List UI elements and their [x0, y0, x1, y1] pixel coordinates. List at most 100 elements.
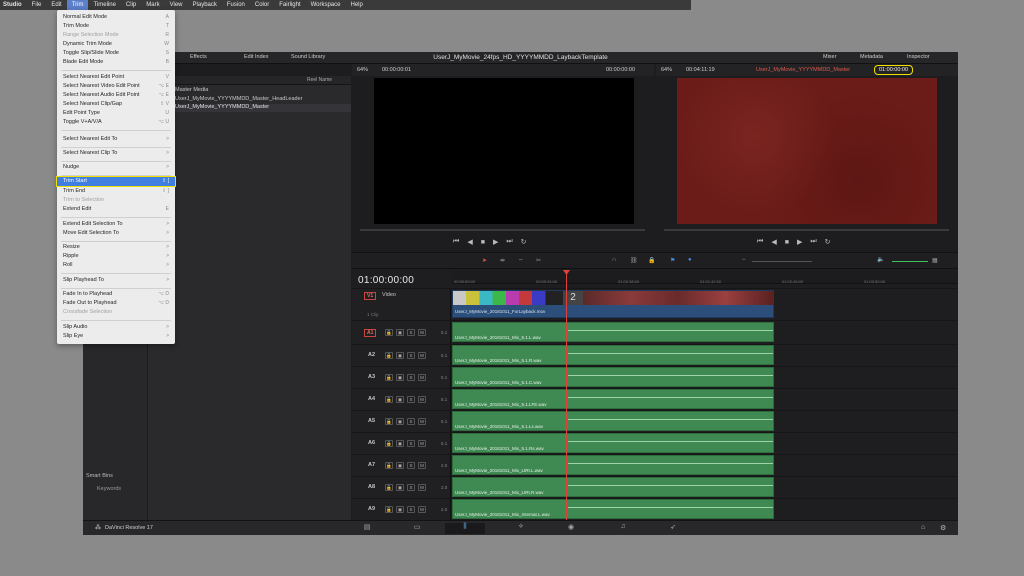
solo-button[interactable]: S: [407, 396, 415, 403]
skip-back-icon[interactable]: ⏮: [757, 238, 763, 246]
audio-clip[interactable]: UserJ_MyMovie_20181011_Mix_5.1.C.wav: [452, 367, 774, 387]
loop-icon[interactable]: ↻: [521, 238, 527, 246]
media-page-icon[interactable]: ▤: [347, 523, 387, 534]
gear-icon[interactable]: ⚙: [940, 524, 946, 532]
menu-file[interactable]: File: [27, 0, 47, 10]
menu-item-toggle-slip-slide-mode[interactable]: Toggle Slip/Slide Mode S: [57, 49, 175, 58]
mute-button[interactable]: M: [418, 374, 426, 381]
menu-item-ripple[interactable]: Ripple >: [57, 252, 175, 261]
lock-icon[interactable]: 🔒: [385, 440, 393, 447]
source-scrub-bar[interactable]: [360, 229, 645, 231]
menu-item-fade-in-to-playhead[interactable]: Fade In to Playhead ⌥ D: [57, 290, 175, 299]
record-zoom[interactable]: 64%: [661, 67, 672, 73]
auto-select-icon[interactable]: ▣: [396, 352, 404, 359]
audio-clip[interactable]: UserJ_MyMovie_20181011_Mix_5.1.Rs.wav: [452, 433, 774, 453]
audio-clip[interactable]: UserJ_MyMovie_20181011_Mix_5.1.R.wav: [452, 345, 774, 365]
trim-tool-icon[interactable]: ⇹: [500, 257, 505, 264]
source-viewer[interactable]: [374, 78, 634, 224]
link-icon[interactable]: ⛓: [630, 257, 638, 264]
track-id-a9[interactable]: A9: [368, 506, 375, 512]
media-pool-item[interactable]: UserJ_MyMovie_YYYYMMDD_Master_HeadLeader: [175, 96, 302, 102]
mute-button[interactable]: M: [418, 506, 426, 513]
menu-edit[interactable]: Edit: [46, 0, 66, 10]
play-reverse-icon[interactable]: ◀: [467, 238, 472, 246]
auto-select-icon[interactable]: ▣: [396, 484, 404, 491]
lock-icon[interactable]: 🔒: [385, 418, 393, 425]
menu-help[interactable]: Help: [345, 0, 367, 10]
lock-icon[interactable]: 🔒: [385, 506, 393, 513]
video-clip[interactable]: 2 UserJ_MyMovie_20181011_ForLayback.mov: [452, 290, 774, 318]
mute-button[interactable]: M: [418, 418, 426, 425]
solo-button[interactable]: S: [407, 352, 415, 359]
track-id-a7[interactable]: A7: [368, 462, 375, 468]
track-id-a6[interactable]: A6: [368, 440, 375, 446]
audio-clip[interactable]: UserJ_MyMovie_20181011_Mix_5.1.LFE.wav: [452, 389, 774, 409]
zoom-slider[interactable]: [752, 261, 812, 262]
solo-button[interactable]: S: [407, 506, 415, 513]
track-id-v1[interactable]: V1: [364, 292, 377, 300]
dynamic-trim-icon[interactable]: ⇔: [518, 257, 524, 263]
position-lock-icon[interactable]: 🔒: [648, 257, 655, 264]
menu-item-select-nearest-video-edit-point[interactable]: Select Nearest Video Edit Point ⌥ E: [57, 82, 175, 91]
color-page-icon[interactable]: ◉: [551, 523, 591, 534]
record-timecode[interactable]: 01:00:00:00: [874, 65, 914, 75]
menu-trim[interactable]: Trim: [66, 0, 89, 10]
volume-slider[interactable]: [892, 261, 928, 262]
audio-clip[interactable]: UserJ_MyMovie_20181011_Mix_Internat.L.wa…: [452, 499, 774, 519]
mute-button[interactable]: M: [418, 352, 426, 359]
lock-icon[interactable]: 🔒: [385, 484, 393, 491]
play-icon[interactable]: ▶: [797, 238, 802, 246]
fusion-page-icon[interactable]: ⟡: [501, 523, 541, 534]
auto-select-icon[interactable]: ▣: [396, 329, 404, 336]
menu-item-slip-audio[interactable]: Slip Audio >: [57, 323, 175, 332]
menu-item-nudge[interactable]: Nudge >: [57, 163, 175, 172]
fairlight-page-icon[interactable]: ♫: [603, 523, 643, 534]
menu-item-select-nearest-clip-to[interactable]: Select Nearest Clip To >: [57, 149, 175, 158]
deliver-page-icon[interactable]: ➶: [653, 523, 693, 534]
menu-playback[interactable]: Playback: [188, 0, 222, 10]
track-id-a1[interactable]: A1: [364, 329, 377, 337]
mixer-button[interactable]: Mixer: [823, 54, 836, 60]
lock-icon[interactable]: 🔒: [385, 352, 393, 359]
menu-item-select-nearest-edit-point[interactable]: Select Nearest Edit Point V: [57, 73, 175, 82]
track-id-a2[interactable]: A2: [368, 352, 375, 358]
menu-item-slip-playhead-to[interactable]: Slip Playhead To >: [57, 276, 175, 285]
audio-clip[interactable]: UserJ_MyMovie_20181011_Mix_LtRt.R.wav: [452, 477, 774, 497]
timeline-name[interactable]: UserJ_MyMovie_YYYYMMDD_Master: [756, 67, 850, 73]
menu-fusion[interactable]: Fusion: [222, 0, 250, 10]
menu-color[interactable]: Color: [250, 0, 274, 10]
mute-button[interactable]: M: [418, 440, 426, 447]
menu-fairlight[interactable]: Fairlight: [274, 0, 305, 10]
solo-button[interactable]: S: [407, 462, 415, 469]
reel-name-column[interactable]: Reel Name: [307, 77, 332, 83]
menu-item-extend-edit[interactable]: Extend Edit E: [57, 205, 175, 214]
menu-view[interactable]: View: [165, 0, 188, 10]
metadata-button[interactable]: Metadata: [860, 54, 883, 60]
lock-icon[interactable]: 🔒: [385, 462, 393, 469]
menu-item-trim-mode[interactable]: Trim Mode T: [57, 22, 175, 31]
auto-select-icon[interactable]: ▣: [396, 396, 404, 403]
selection-tool-icon[interactable]: ➤: [482, 257, 487, 264]
skip-forward-icon[interactable]: ⏭: [810, 238, 816, 246]
menu-item-dynamic-trim-mode[interactable]: Dynamic Trim Mode W: [57, 40, 175, 49]
speaker-icon[interactable]: 🔈: [877, 256, 884, 263]
record-viewer[interactable]: [677, 78, 937, 224]
mute-button[interactable]: M: [418, 484, 426, 491]
source-zoom[interactable]: 64%: [357, 67, 368, 73]
keywords-bin[interactable]: Keywords: [97, 486, 121, 492]
cut-page-icon[interactable]: ▭: [397, 523, 437, 534]
mute-button[interactable]: M: [418, 462, 426, 469]
record-scrub-bar[interactable]: [664, 229, 949, 231]
menu-item-select-nearest-audio-edit-point[interactable]: Select Nearest Audio Edit Point ⌥ E: [57, 91, 175, 100]
lock-icon[interactable]: 🔒: [385, 396, 393, 403]
zoom-out-icon[interactable]: −: [742, 257, 746, 263]
auto-select-icon[interactable]: ▣: [396, 418, 404, 425]
audio-clip[interactable]: UserJ_MyMovie_20181011_Mix_5.1.L.wav: [452, 322, 774, 342]
skip-forward-icon[interactable]: ⏭: [506, 238, 512, 246]
app-menu[interactable]: Studio: [0, 0, 27, 10]
lock-icon[interactable]: 🔒: [385, 329, 393, 336]
solo-button[interactable]: S: [407, 418, 415, 425]
solo-button[interactable]: S: [407, 484, 415, 491]
play-icon[interactable]: ▶: [493, 238, 498, 246]
meter-icon[interactable]: ▦: [932, 257, 938, 264]
